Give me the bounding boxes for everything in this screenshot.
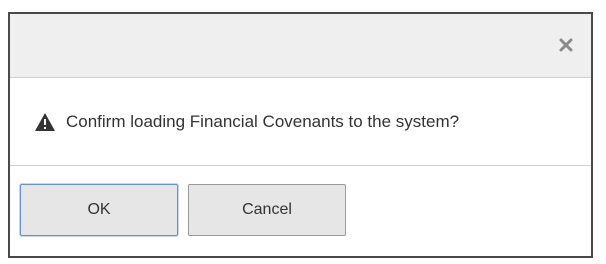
dialog-body: Confirm loading Financial Covenants to t…: [10, 78, 591, 166]
dialog-footer: OK Cancel: [10, 166, 591, 256]
ok-button[interactable]: OK: [20, 184, 178, 236]
dialog-message: Confirm loading Financial Covenants to t…: [66, 111, 460, 131]
confirm-dialog: Confirm loading Financial Covenants to t…: [8, 12, 593, 258]
dialog-titlebar: [10, 14, 591, 78]
warning-triangle-icon: [34, 112, 56, 132]
close-icon[interactable]: [555, 34, 577, 56]
cancel-button[interactable]: Cancel: [188, 184, 346, 236]
